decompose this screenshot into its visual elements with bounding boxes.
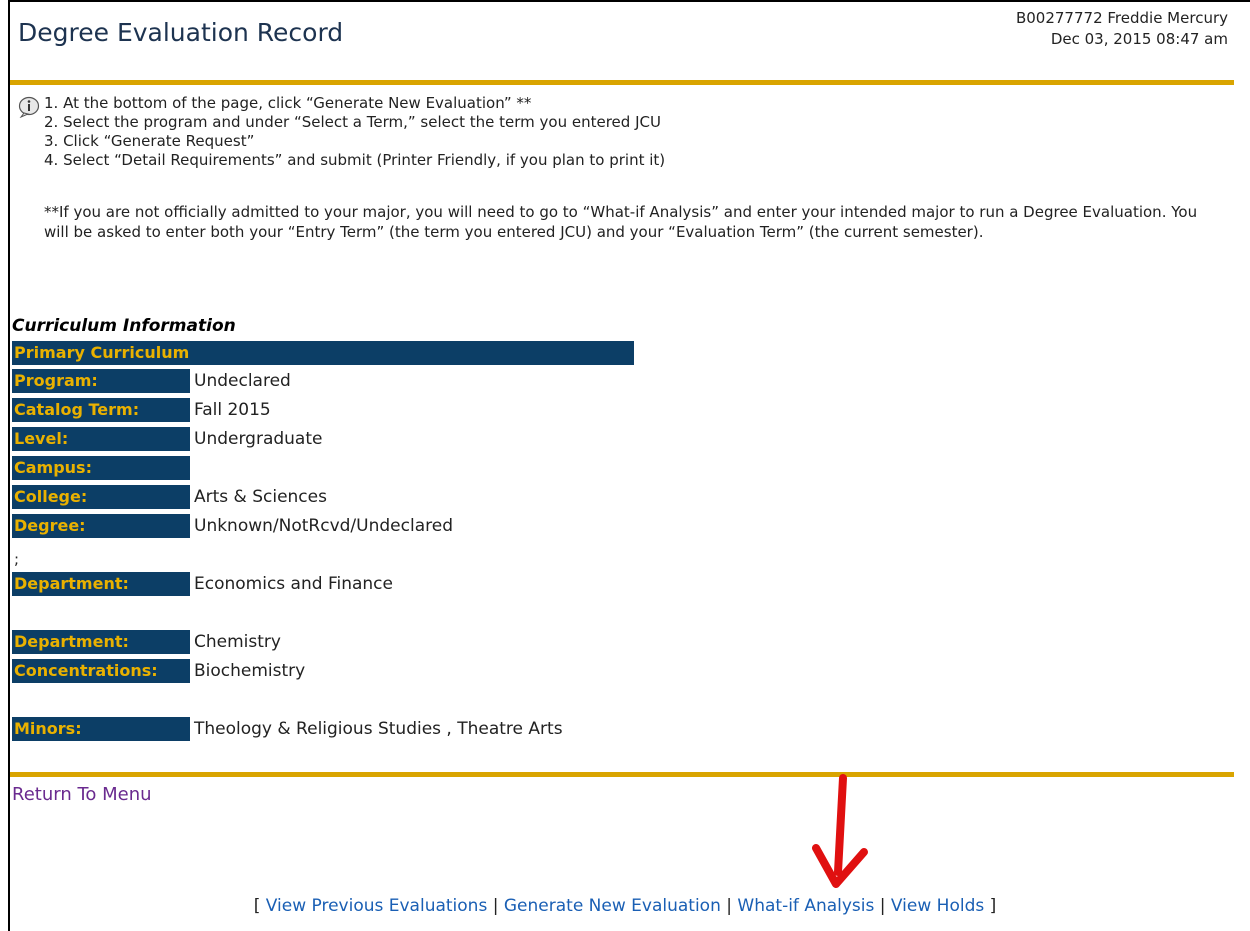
- user-name: B00277772 Freddie Mercury: [1015, 9, 1228, 27]
- instruction-list: 1. At the bottom of the page, click “Gen…: [44, 94, 1204, 170]
- header-divider: [10, 80, 1234, 85]
- info-icon: [18, 96, 40, 118]
- timestamp: Dec 03, 2015 08:47 am: [1050, 30, 1228, 48]
- college-label: College:: [12, 485, 190, 509]
- red-arrow-annotation: [812, 774, 868, 888]
- footer-divider: [10, 772, 1234, 777]
- department-label: Department:: [12, 572, 190, 596]
- link-separator: |: [492, 896, 499, 916]
- department-value: Chemistry: [194, 632, 281, 652]
- level-label: Level:: [12, 427, 190, 451]
- concentrations-value: Biochemistry: [194, 661, 306, 681]
- department-label: Department:: [12, 630, 190, 654]
- frame-top-border: [8, 0, 1250, 2]
- instruction-step: 1. At the bottom of the page, click “Gen…: [44, 94, 532, 112]
- instruction-step: 4. Select “Detail Requirements” and subm…: [44, 151, 666, 169]
- program-value: Undeclared: [194, 371, 291, 391]
- view-holds-link[interactable]: View Holds: [891, 896, 984, 916]
- minors-value: Theology & Religious Studies , Theatre A…: [194, 719, 563, 739]
- instruction-step: 2. Select the program and under “Select …: [44, 113, 661, 131]
- campus-label: Campus:: [12, 456, 190, 480]
- admission-note: **If you are not officially admitted to …: [44, 203, 1198, 241]
- catalog-term-value: Fall 2015: [194, 400, 271, 420]
- page-title: Degree Evaluation Record: [18, 18, 344, 47]
- link-separator: |: [726, 896, 732, 916]
- return-to-menu-link[interactable]: Return To Menu: [12, 784, 152, 805]
- degree-value: Unknown/NotRcvd/Undeclared: [194, 516, 453, 536]
- department-value: Economics and Finance: [194, 574, 393, 594]
- minors-label: Minors:: [12, 717, 190, 741]
- level-value: Undergraduate: [194, 429, 323, 449]
- degree-label: Degree:: [12, 514, 190, 538]
- college-value: Arts & Sciences: [194, 487, 327, 507]
- open-bracket: [: [253, 896, 261, 916]
- curriculum-section-title: Curriculum Information: [12, 316, 236, 336]
- view-previous-evaluations-link[interactable]: View Previous Evaluations: [266, 896, 488, 916]
- link-separator: |: [879, 896, 886, 916]
- evaluation-actions-bar: [ View Previous Evaluations | Generate N…: [0, 896, 1250, 916]
- what-if-analysis-link[interactable]: What-if Analysis: [737, 896, 874, 916]
- generate-new-evaluation-link[interactable]: Generate New Evaluation: [504, 896, 721, 916]
- concentrations-label: Concentrations:: [12, 659, 190, 683]
- separator-text: ;: [14, 550, 20, 568]
- primary-curriculum-header: Primary Curriculum: [12, 341, 634, 365]
- catalog-term-label: Catalog Term:: [12, 398, 190, 422]
- frame-left-border: [8, 0, 10, 931]
- instruction-step: 3. Click “Generate Request”: [44, 132, 255, 150]
- user-info: B00277772 Freddie Mercury Dec 03, 2015 0…: [1016, 8, 1228, 50]
- close-bracket: ]: [989, 896, 997, 916]
- program-label: Program:: [12, 369, 190, 393]
